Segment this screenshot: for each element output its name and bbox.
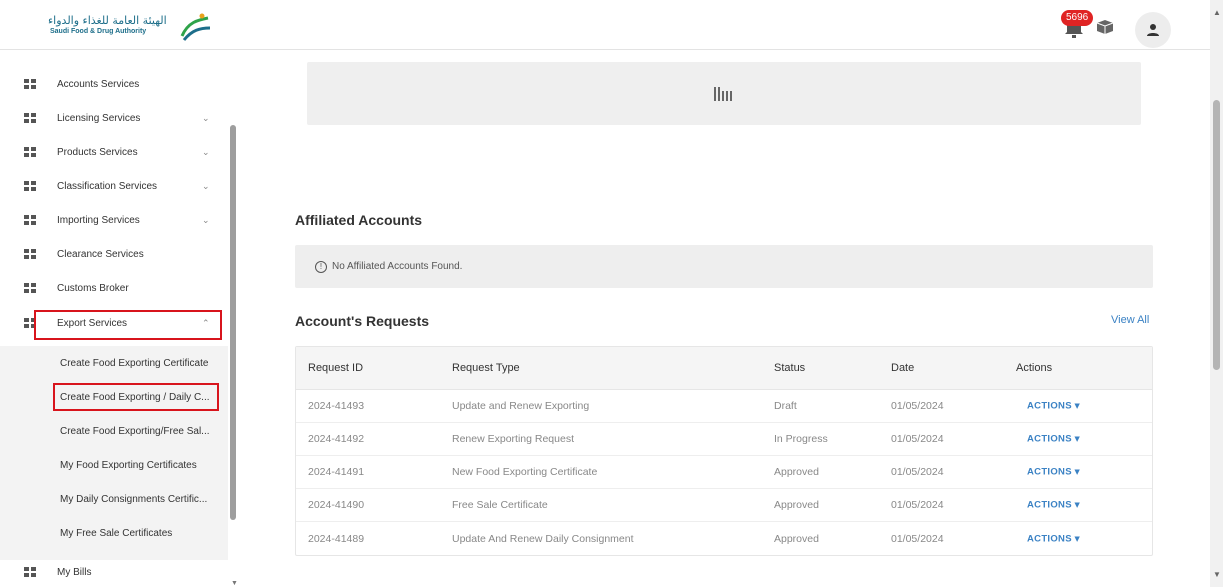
sidebar-item-label: Customs Broker [57,282,129,294]
grid-icon [24,181,36,191]
sidebar-item-label: Clearance Services [57,248,144,260]
actions-dropdown-button[interactable]: ACTIONS ▾ [1027,533,1080,544]
submenu-my-daily-consignments[interactable]: My Daily Consignments Certific... [60,484,225,514]
table-row[interactable]: 2024-41490 Free Sale Certificate Approve… [296,489,1152,522]
table-row[interactable]: 2024-41489 Update And Renew Daily Consig… [296,522,1152,555]
grid-icon [24,215,36,225]
user-avatar-button[interactable] [1135,12,1171,48]
logo-english-text: Saudi Food & Drug Authority [50,28,147,35]
logo-mark-icon [180,13,211,41]
submenu-create-food-exporting-free-sale[interactable]: Create Food Exporting/Free Sal... [60,416,225,446]
sidebar-scroll-down-icon[interactable]: ▼ [231,580,238,587]
affiliated-accounts-empty-alert: ! No Affiliated Accounts Found. [295,245,1153,288]
chevron-down-icon: ⌄ [202,214,210,225]
grid-icon [24,283,36,293]
sfda-logo[interactable]: الهيئة العامة للغذاء والدواء Saudi Food … [38,12,218,46]
sidebar-item-importing-services[interactable]: Importing Services ⌄ [0,204,228,236]
sidebar-item-label: Products Services [57,146,138,158]
sidebar: Accounts Services Licensing Services ⌄ P… [0,50,242,587]
chevron-down-icon: ⌄ [202,112,210,123]
table-row[interactable]: 2024-41492 Renew Exporting Request In Pr… [296,423,1152,456]
sidebar-item-my-bills[interactable]: My Bills [0,556,228,588]
main-content: Affiliated Accounts ! No Affiliated Acco… [242,50,1210,587]
actions-dropdown-button[interactable]: ACTIONS ▾ [1027,401,1080,412]
box-icon[interactable] [1096,20,1114,34]
sidebar-item-label: Importing Services [57,214,140,226]
request-id-cell: 2024-41491 [308,466,365,478]
sidebar-item-classification-services[interactable]: Classification Services ⌄ [0,170,228,202]
actions-dropdown-button[interactable]: ACTIONS ▾ [1027,434,1080,445]
chevron-down-icon: ⌄ [202,146,210,157]
submenu-create-food-exporting-certificate[interactable]: Create Food Exporting Certificate [60,348,225,378]
request-id-cell: 2024-41493 [308,400,365,412]
grid-icon [24,113,36,123]
sidebar-item-customs-broker[interactable]: Customs Broker [0,272,228,304]
sidebar-item-label: Licensing Services [57,112,141,124]
sidebar-item-label: Classification Services [57,180,158,192]
submenu-my-food-exporting-certificates[interactable]: My Food Exporting Certificates [60,450,225,480]
date-cell: 01/05/2024 [891,466,944,478]
grid-icon [24,567,36,577]
grid-icon [24,249,36,259]
affiliated-accounts-title: Affiliated Accounts [295,212,423,228]
request-type-cell: New Food Exporting Certificate [452,466,598,478]
view-all-link[interactable]: View All [1111,314,1149,326]
request-type-cell: Renew Exporting Request [452,433,574,445]
page-scrollbar-thumb[interactable] [1213,100,1220,370]
status-cell: Approved [774,466,819,478]
table-header: Request ID Request Type Status Date Acti… [296,347,1152,390]
user-icon [1147,24,1159,36]
loading-icon [714,86,732,101]
sidebar-item-clearance-services[interactable]: Clearance Services [0,238,228,270]
column-header-date[interactable]: Date [891,362,914,374]
logo-arabic-text: الهيئة العامة للغذاء والدواء [48,14,167,27]
requests-table: Request ID Request Type Status Date Acti… [295,346,1153,556]
column-header-actions: Actions [1016,362,1053,374]
chevron-down-icon: ⌄ [202,180,210,191]
date-cell: 01/05/2024 [891,499,944,511]
notification-badge: 5696 [1061,10,1094,26]
request-id-cell: 2024-41492 [308,433,365,445]
export-services-submenu: Create Food Exporting Certificate Create… [0,346,228,560]
actions-dropdown-button[interactable]: ACTIONS ▾ [1027,500,1080,511]
sidebar-scrollbar-thumb[interactable] [230,125,236,520]
status-cell: Approved [774,532,819,545]
export-services-highlight [34,310,222,340]
column-header-request-id[interactable]: Request ID [308,362,363,374]
page-scrollbar[interactable]: ▲ ▼ [1210,0,1223,587]
request-type-cell: Free Sale Certificate [452,499,548,511]
status-cell: Draft [774,400,797,412]
request-id-cell: 2024-41490 [308,499,365,511]
date-cell: 01/05/2024 [891,400,944,412]
daily-consignment-highlight [53,383,219,411]
column-header-request-type[interactable]: Request Type [452,362,520,374]
grid-icon [24,147,36,157]
submenu-my-free-sale-certificates[interactable]: My Free Sale Certificates [60,518,225,548]
account-requests-title: Account's Requests [295,313,430,329]
scroll-down-icon[interactable]: ▼ [1213,570,1221,579]
sidebar-item-accounts-services[interactable]: Accounts Services [0,68,228,100]
scroll-up-icon[interactable]: ▲ [1213,8,1221,17]
loading-banner [307,62,1141,125]
sidebar-item-label: My Bills [57,566,92,578]
date-cell: 01/05/2024 [891,433,944,445]
sidebar-item-licensing-services[interactable]: Licensing Services ⌄ [0,102,228,134]
table-row[interactable]: 2024-41493 Update and Renew Exporting Dr… [296,390,1152,423]
request-type-cell: Update and Renew Exporting [452,400,590,412]
status-cell: Approved [774,499,819,511]
sidebar-item-label: Accounts Services [57,78,140,90]
request-type-cell: Update And Renew Daily Consignment [452,532,634,545]
request-id-cell: 2024-41489 [308,532,365,545]
table-row[interactable]: 2024-41491 New Food Exporting Certificat… [296,456,1152,489]
date-cell: 01/05/2024 [891,532,944,545]
affiliated-accounts-empty-text: No Affiliated Accounts Found. [332,261,463,272]
grid-icon [24,79,36,89]
actions-dropdown-button[interactable]: ACTIONS ▾ [1027,467,1080,478]
top-bar: الهيئة العامة للغذاء والدواء Saudi Food … [0,0,1210,50]
status-cell: In Progress [774,433,828,445]
sidebar-item-products-services[interactable]: Products Services ⌄ [0,136,228,168]
info-icon: ! [315,260,327,273]
column-header-status[interactable]: Status [774,362,805,374]
